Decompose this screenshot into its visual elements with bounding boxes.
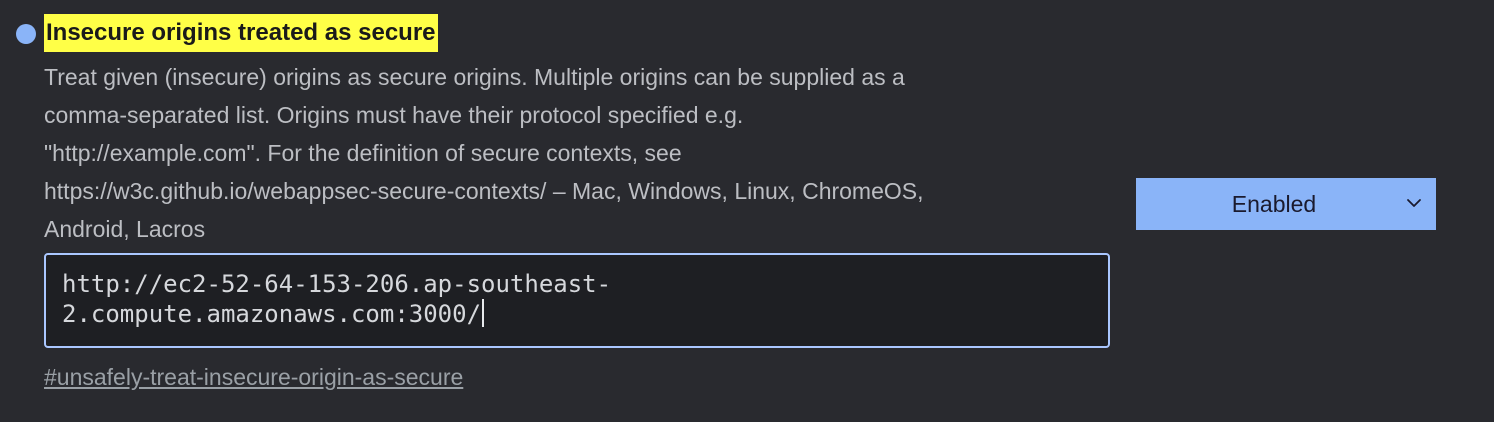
origins-textarea-line: http://ec2-52-64-153-206.ap-southeast-	[62, 270, 612, 298]
flag-state-value: Enabled	[1231, 191, 1317, 217]
flag-description-line: https://w3c.github.io/webappsec-secure-c…	[44, 178, 924, 204]
flag-state-select[interactable]: Enabled	[1136, 178, 1436, 230]
flag-description: Treat given (insecure) origins as secure…	[44, 58, 1114, 248]
flag-description-line: "http://example.com". For the definition…	[44, 140, 682, 166]
origins-textarea[interactable]: http://ec2-52-64-153-206.ap-southeast- 2…	[44, 253, 1110, 348]
text-caret	[482, 299, 485, 327]
flag-permalink[interactable]: #unsafely-treat-insecure-origin-as-secur…	[44, 360, 463, 394]
flag-description-line: Treat given (insecure) origins as secure…	[44, 64, 905, 90]
modified-indicator-dot	[16, 24, 36, 44]
flag-description-line: Android, Lacros	[44, 216, 206, 242]
origins-textarea-line: 2.compute.amazonaws.com:3000/	[62, 300, 482, 328]
origins-textarea-line-last: 2.compute.amazonaws.com:3000/	[62, 299, 1092, 329]
chevron-down-icon	[1407, 199, 1421, 207]
flag-description-line: comma-separated list. Origins must have …	[44, 102, 744, 128]
flag-title: Insecure origins treated as secure	[44, 14, 438, 52]
